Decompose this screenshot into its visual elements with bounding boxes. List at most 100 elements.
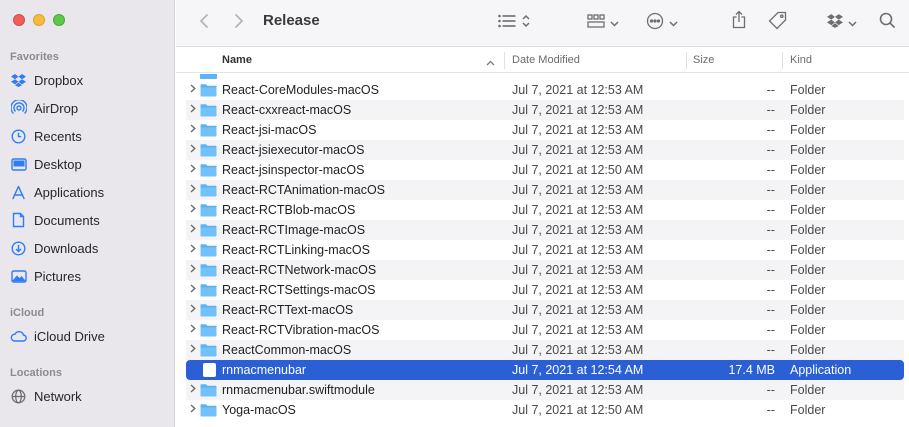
disclosure-triangle-icon[interactable] (190, 184, 196, 196)
chevron-down-icon (848, 15, 857, 30)
list-item[interactable]: React-RCTAnimation-macOS Jul 7, 2021 at 1… (186, 180, 904, 200)
column-kind[interactable]: Kind (790, 54, 812, 66)
disclosure-triangle-icon[interactable] (190, 124, 196, 136)
back-button[interactable] (194, 11, 214, 31)
file-size: -- (766, 143, 775, 157)
disclosure-triangle-icon[interactable] (190, 144, 196, 156)
sidebar-item-downloads[interactable]: Downloads (10, 238, 98, 258)
date-modified: Jul 7, 2021 at 12:53 AM (512, 143, 644, 157)
file-kind: Folder (790, 243, 826, 257)
list-item[interactable]: React-RCTBlob-macOS Jul 7, 2021 at 12:53 … (186, 200, 904, 220)
sidebar-item-desktop[interactable]: Desktop (10, 154, 82, 174)
disclosure-triangle-icon[interactable] (190, 244, 196, 256)
sidebar-item-label: Applications (34, 184, 105, 200)
sidebar-item-applications[interactable]: Applications (10, 182, 104, 202)
list-item[interactable]: React-CoreModules-macOS Jul 7, 2021 at 12… (186, 80, 904, 100)
list-item[interactable]: React-jsi-macOS Jul 7, 2021 at 12:53 AM --… (186, 120, 904, 140)
file-name: React-RCTNetwork-macOS (222, 263, 377, 277)
file-size: -- (766, 223, 775, 237)
file-name: React-RCTLinking-macOS (222, 243, 370, 257)
disclosure-triangle-icon[interactable] (190, 224, 196, 236)
column-date-modified[interactable]: Date Modified (512, 54, 580, 66)
dropbox-menu-button[interactable] (824, 11, 860, 33)
download-icon (10, 240, 27, 257)
date-modified: Jul 7, 2021 at 12:53 AM (512, 303, 644, 317)
disclosure-triangle-icon[interactable] (190, 384, 196, 396)
list-item[interactable]: React-RCTNetwork-macOS Jul 7, 2021 at 12:… (186, 260, 904, 280)
sort-ascending-icon (486, 57, 495, 69)
file-kind: Folder (790, 323, 826, 337)
folder-icon (200, 343, 217, 360)
folder-icon (200, 223, 217, 240)
zoom-window-button[interactable] (53, 14, 65, 26)
file-name: rnmacmenubar.swiftmodule (222, 383, 375, 397)
folder-icon (200, 243, 217, 260)
column-divider (686, 52, 687, 69)
file-size: -- (766, 383, 775, 397)
sidebar-section-favorites: Favorites (10, 51, 59, 63)
file-name: React-RCTImage-macOS (222, 223, 366, 237)
share-icon (732, 10, 746, 32)
list-item[interactable]: React-RCTImage-macOS Jul 7, 2021 at 12:53… (186, 220, 904, 240)
sidebar-item-documents[interactable]: Documents (10, 210, 100, 230)
disclosure-triangle-icon[interactable] (190, 284, 196, 296)
sidebar-item-network[interactable]: Network (10, 386, 82, 406)
list-item[interactable]: React-RCTSettings-macOS Jul 7, 2021 at 12… (186, 280, 904, 300)
disclosure-triangle-icon[interactable] (190, 164, 196, 176)
file-size: -- (766, 403, 775, 417)
chevron-down-icon (669, 15, 678, 30)
column-name[interactable]: Name (222, 54, 252, 66)
list-item[interactable]: React-RCTLinking-macOS Jul 7, 2021 at 12:… (186, 240, 904, 260)
file-size: -- (766, 163, 775, 177)
file-name: React-jsinspector-macOS (222, 163, 365, 177)
list-item[interactable]: rnmacmenubar.swiftmodule Jul 7, 2021 at 1… (186, 380, 904, 400)
date-modified: Jul 7, 2021 at 12:50 AM (512, 403, 644, 417)
list-item[interactable]: React-cxxreact-macOS Jul 7, 2021 at 12:53… (186, 100, 904, 120)
list-item[interactable]: React-RCTVibration-macOS Jul 7, 2021 at 1… (186, 320, 904, 340)
file-kind: Folder (790, 163, 826, 177)
column-size[interactable]: Size (693, 54, 714, 66)
sidebar-section-locations: Locations (10, 367, 62, 379)
disclosure-triangle-icon[interactable] (190, 204, 196, 216)
date-modified: Jul 7, 2021 at 12:53 AM (512, 183, 644, 197)
sidebar-item-dropbox[interactable]: Dropbox (10, 70, 83, 90)
sidebar-item-recents[interactable]: Recents (10, 126, 82, 146)
file-size: -- (766, 203, 775, 217)
disclosure-triangle-icon[interactable] (190, 264, 196, 276)
list-item[interactable]: React-RCTText-macOS Jul 7, 2021 at 12:53 … (186, 300, 904, 320)
view-options-button[interactable] (494, 11, 534, 33)
tags-button[interactable] (766, 11, 788, 33)
close-window-button[interactable] (13, 14, 25, 26)
file-kind: Folder (790, 383, 826, 397)
disclosure-triangle-icon[interactable] (190, 404, 196, 416)
list-item[interactable]: rnmacmenubar Jul 7, 2021 at 12:54 AM 17.4 … (186, 360, 904, 380)
sidebar-item-airdrop[interactable]: AirDrop (10, 98, 78, 118)
forward-button[interactable] (229, 11, 249, 31)
action-button[interactable] (643, 11, 681, 33)
disclosure-triangle-icon[interactable] (190, 104, 196, 116)
group-button[interactable] (584, 11, 622, 33)
disclosure-triangle-icon[interactable] (190, 324, 196, 336)
desktop-icon (10, 156, 27, 173)
chevron-down-icon (610, 15, 619, 30)
folder-icon (200, 323, 217, 340)
minimize-window-button[interactable] (33, 14, 45, 26)
list-item[interactable]: Yoga-macOS Jul 7, 2021 at 12:50 AM -- Folde… (186, 400, 904, 420)
list-view-icon (498, 14, 518, 31)
list-item-partial[interactable] (186, 74, 904, 79)
sort-chevrons-icon (522, 14, 530, 31)
sidebar-item-pictures[interactable]: Pictures (10, 266, 81, 286)
list-item[interactable]: ReactCommon-macOS Jul 7, 2021 at 12:53 AM… (186, 340, 904, 360)
list-item[interactable]: React-jsinspector-macOS Jul 7, 2021 at 12… (186, 160, 904, 180)
column-divider (504, 52, 505, 69)
folder-icon (200, 163, 217, 180)
sidebar-item-icloud-drive[interactable]: iCloud Drive (10, 326, 105, 346)
disclosure-triangle-icon[interactable] (190, 344, 196, 356)
disclosure-triangle-icon[interactable] (190, 84, 196, 96)
disclosure-triangle-icon[interactable] (190, 304, 196, 316)
list-item[interactable]: React-jsiexecutor-macOS Jul 7, 2021 at 12… (186, 140, 904, 160)
search-button[interactable] (876, 11, 898, 33)
file-name: React-jsi-macOS (222, 123, 317, 137)
date-modified: Jul 7, 2021 at 12:53 AM (512, 323, 644, 337)
share-button[interactable] (729, 10, 749, 32)
